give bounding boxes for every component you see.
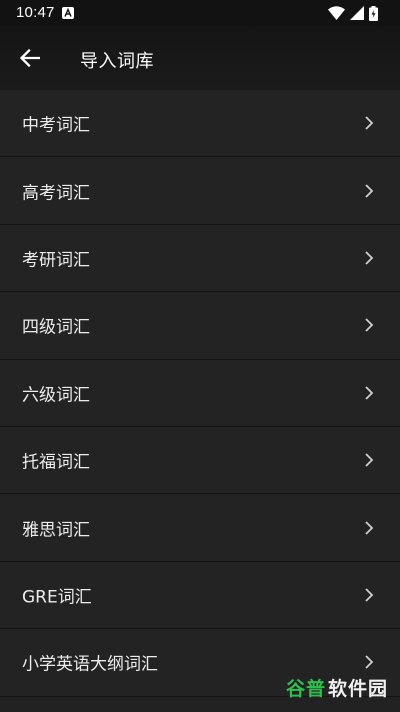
list-item-ielts[interactable]: 雅思词汇: [0, 494, 400, 562]
list-item-cet4[interactable]: 四级词汇: [0, 292, 400, 360]
chevron-right-icon: [365, 116, 374, 130]
chevron-right-icon: [365, 251, 374, 265]
watermark-logo: 谷普 软件园: [282, 672, 392, 702]
list-item-gaokao[interactable]: 高考词汇: [0, 157, 400, 225]
list-item-label: 中考词汇: [22, 115, 90, 136]
list-item-toefl[interactable]: 托福词汇: [0, 426, 400, 495]
list-item-zhongkao[interactable]: 中考词汇: [0, 90, 400, 158]
list-item-label: 六级词汇: [22, 385, 90, 406]
battery-icon: [369, 5, 378, 21]
app-bar: 导入词库: [0, 26, 400, 90]
list-item-label: 四级词汇: [22, 317, 90, 338]
status-bar: 10:47: [0, 0, 400, 26]
arrow-left-icon: [20, 49, 40, 67]
page-title: 导入词库: [80, 51, 154, 72]
list-item-cet6[interactable]: 六级词汇: [0, 359, 400, 427]
wordbook-list: 中考词汇 高考词汇 考研词汇 四级词汇 六级词汇 托福词汇 雅思词汇 GRE词汇…: [0, 90, 400, 697]
chevron-right-icon: [365, 453, 374, 467]
list-item-label: 小学英语大纲词汇: [22, 654, 158, 675]
status-icons: [328, 5, 378, 21]
list-item-label: 雅思词汇: [22, 520, 90, 541]
chevron-right-icon: [365, 520, 374, 535]
chevron-right-icon: [365, 318, 374, 332]
chevron-right-icon: [365, 588, 374, 602]
chevron-right-icon: [365, 386, 374, 400]
list-item-label: 托福词汇: [22, 452, 90, 473]
watermark-part2: 软件园: [327, 677, 388, 700]
wifi-icon: [328, 6, 345, 20]
list-item-label: 高考词汇: [22, 183, 90, 204]
list-item-label: 考研词汇: [22, 250, 90, 271]
list-item-label: GRE词汇: [22, 587, 92, 608]
chevron-right-icon: [365, 183, 374, 198]
status-time: 10:47: [16, 4, 55, 21]
chevron-right-icon: [365, 655, 374, 669]
watermark-part1: 谷普: [285, 677, 326, 700]
screen: 10:47 导入词库 中考词汇 高考词汇 考研词汇 四级词汇 六级词汇 托福词汇…: [0, 0, 400, 712]
notification-a-icon: [62, 7, 74, 19]
back-button[interactable]: [14, 43, 46, 73]
list-item-gre[interactable]: GRE词汇: [0, 561, 400, 630]
signal-icon: [350, 6, 364, 20]
list-item-kaoyan[interactable]: 考研词汇: [0, 224, 400, 293]
